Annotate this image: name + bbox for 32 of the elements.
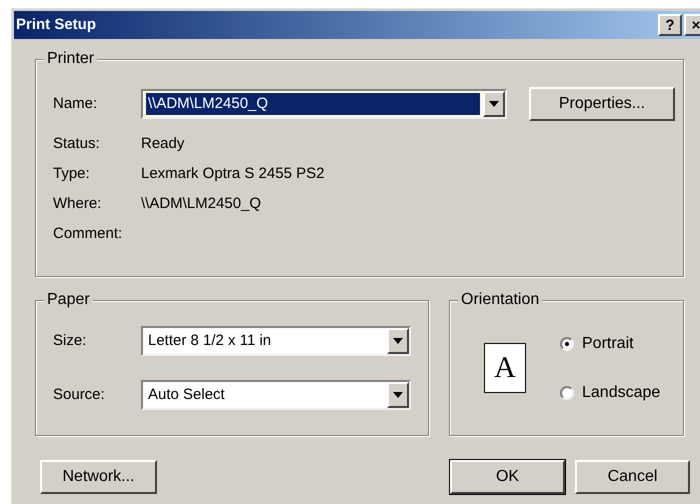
- field-label: Source:: [53, 384, 106, 405]
- close-button[interactable]: ×: [684, 14, 700, 36]
- field-label: Name:: [53, 94, 98, 114]
- dropdown-value: Auto Select: [147, 385, 226, 405]
- help-button[interactable]: ?: [658, 14, 682, 36]
- field-label: Size:: [53, 330, 88, 351]
- caret-icon[interactable]: [387, 328, 409, 354]
- dropdown-field[interactable]: Letter 8 1/2 x 11 in: [141, 326, 411, 356]
- radio-button[interactable]: [560, 336, 574, 350]
- radio-label[interactable]: Portrait: [582, 332, 634, 356]
- group-legend: Paper: [44, 290, 93, 310]
- cancel-button[interactable]: Cancel: [575, 460, 690, 494]
- info-label: Status:: [53, 134, 101, 154]
- page-letter: A: [494, 353, 516, 383]
- caret-icon[interactable]: [483, 91, 505, 117]
- ok-button[interactable]: OK: [450, 460, 565, 494]
- network-button[interactable]: Network...: [40, 460, 157, 494]
- dropdown-value: Letter 8 1/2 x 11 in: [147, 331, 272, 351]
- dropdown-field[interactable]: \\ADM\LM2450_Q: [141, 89, 507, 119]
- radio-label[interactable]: Landscape: [582, 380, 660, 404]
- window-title: Print Setup: [16, 14, 98, 35]
- radio-button[interactable]: [560, 386, 574, 400]
- info-label: Type:: [53, 164, 91, 184]
- info-label: Where:: [53, 194, 102, 214]
- info-value: Ready: [141, 134, 184, 154]
- properties-button[interactable]: Properties...: [529, 87, 675, 121]
- dropdown-value: \\ADM\LM2450_Q: [146, 93, 480, 115]
- caret-icon[interactable]: [387, 382, 409, 408]
- info-value: \\ADM\LM2450_Q: [141, 194, 262, 214]
- info-label: Comment:: [53, 224, 124, 244]
- info-value: Lexmark Optra S 2455 PS2: [141, 164, 324, 184]
- dropdown-field[interactable]: Auto Select: [141, 380, 411, 410]
